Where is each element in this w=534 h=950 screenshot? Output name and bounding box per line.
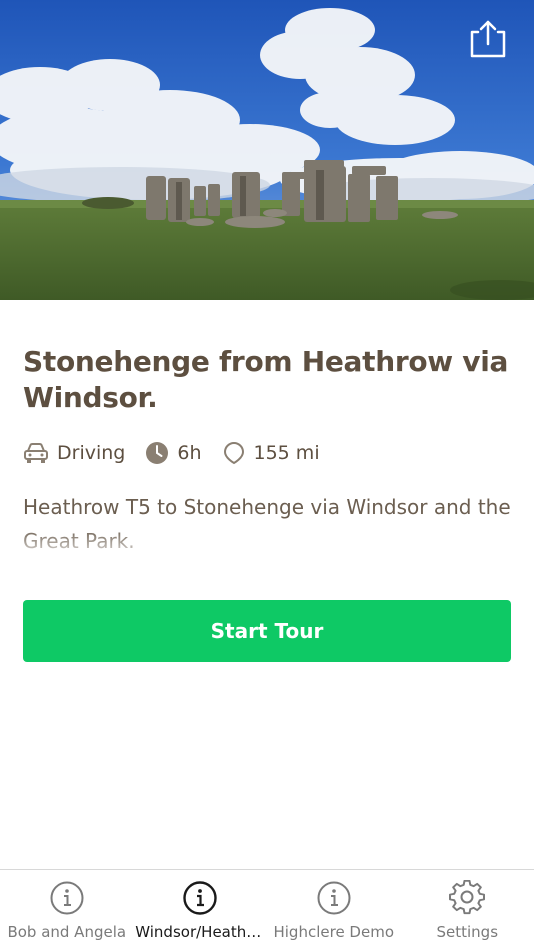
share-icon	[470, 20, 506, 58]
share-button[interactable]	[466, 18, 510, 62]
tour-duration-label: 6h	[177, 442, 202, 464]
gear-icon	[449, 880, 486, 915]
tab-label: Bob and Angela	[7, 923, 127, 941]
tab-windsor-heathrow[interactable]: Windsor/Heathrow	[134, 870, 268, 950]
tab-highclere-demo[interactable]: Highclere Demo	[267, 870, 401, 950]
tour-title: Stonehenge from Heathrow via Windsor.	[23, 345, 509, 414]
tab-label: Settings	[436, 923, 499, 941]
description-fade	[23, 528, 511, 558]
tab-bar: Bob and Angela Windsor/Heathrow Highcler…	[0, 869, 534, 950]
hero-image	[0, 0, 534, 300]
info-icon	[50, 881, 84, 915]
tab-label: Windsor/Heathrow	[135, 923, 266, 941]
tab-settings[interactable]: Settings	[401, 870, 534, 950]
tour-detail-screen: Stonehenge from Heathrow via Windsor. Dr…	[0, 0, 534, 950]
tour-distance: 155 mi	[222, 441, 320, 465]
tab-bob-and-angela[interactable]: Bob and Angela	[0, 870, 134, 950]
tour-distance-label: 155 mi	[253, 442, 320, 464]
start-tour-button[interactable]: Start Tour	[23, 600, 511, 662]
tour-mode: Driving	[23, 442, 125, 464]
tour-description: Heathrow T5 to Stonehenge via Windsor an…	[23, 490, 511, 558]
tab-label: Highclere Demo	[273, 923, 395, 941]
car-icon	[24, 443, 48, 463]
tour-content: Stonehenge from Heathrow via Windsor. Dr…	[23, 300, 511, 662]
tour-duration: 6h	[145, 441, 202, 465]
clock-icon	[146, 442, 169, 464]
map-pin-icon	[223, 442, 244, 465]
tour-mode-label: Driving	[57, 442, 126, 464]
info-icon	[317, 881, 351, 915]
tour-meta: Driving 6h 155 mi	[23, 438, 511, 468]
stonehenge-photo	[0, 0, 534, 300]
info-icon	[183, 881, 217, 915]
